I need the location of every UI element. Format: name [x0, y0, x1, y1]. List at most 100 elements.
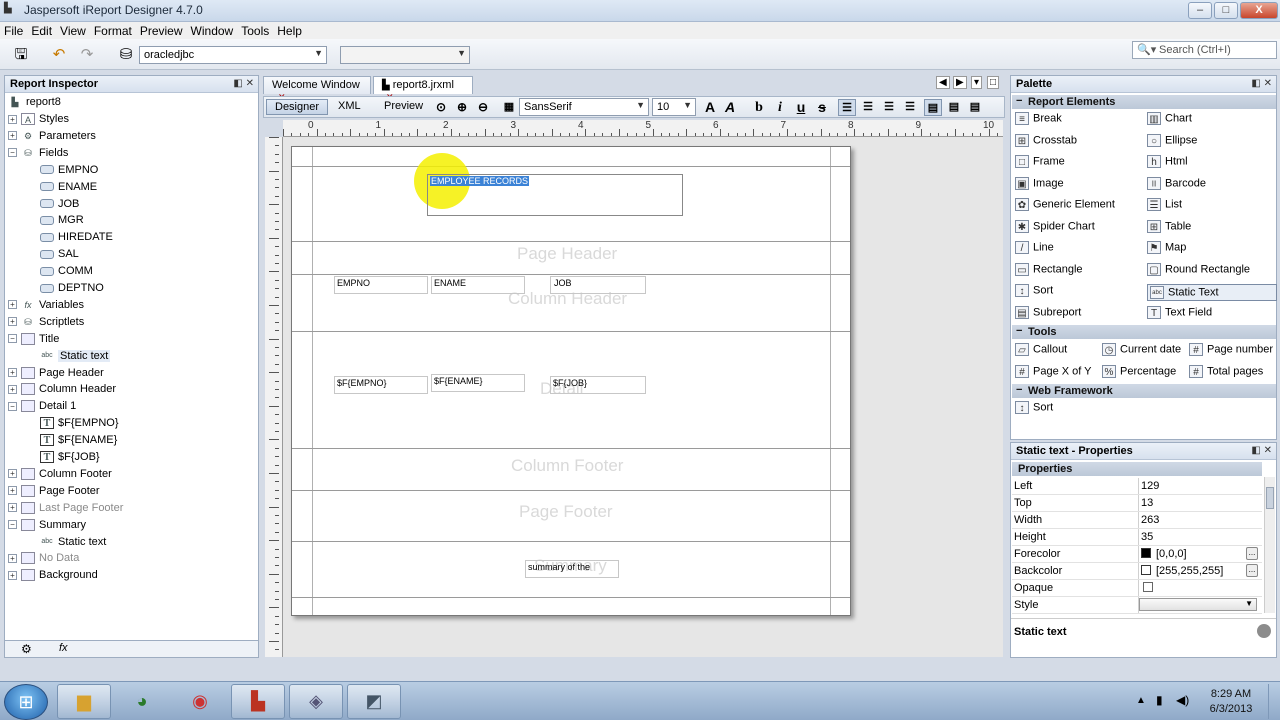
properties-scrollbar[interactable]: [1264, 477, 1275, 613]
collapse-icon[interactable]: −: [8, 334, 17, 344]
palette-item[interactable]: # Page X of Y: [1015, 364, 1092, 378]
collapse-icon[interactable]: −: [8, 401, 17, 411]
panel-controls-icon[interactable]: ◧ ✕: [1251, 445, 1272, 456]
decrease-font-icon[interactable]: A: [721, 99, 739, 116]
expand-icon[interactable]: +: [8, 384, 17, 394]
zoom-icon[interactable]: ⊙: [432, 99, 450, 116]
volume-icon[interactable]: ◀): [1176, 693, 1189, 707]
palette-item[interactable]: abc Static Text: [1147, 284, 1277, 301]
tree-item[interactable]: MGR: [26, 214, 84, 230]
column-header-empno[interactable]: EMPNO: [334, 276, 428, 294]
tree-item[interactable]: − Summary: [8, 519, 86, 535]
palette-item[interactable]: ⊞ Table: [1147, 219, 1191, 233]
tree-item[interactable]: − Title: [8, 333, 59, 349]
palette-item[interactable]: ◷ Current date: [1102, 343, 1181, 356]
align-justify-icon[interactable]: ☰: [901, 99, 919, 116]
increase-font-icon[interactable]: A: [701, 99, 719, 116]
valign-middle-icon[interactable]: ▤: [945, 99, 963, 116]
palette-item[interactable]: T Text Field: [1147, 305, 1212, 319]
tree-item[interactable]: + Last Page Footer: [8, 502, 123, 518]
expand-icon[interactable]: +: [8, 553, 17, 563]
align-left-icon[interactable]: ☰: [838, 99, 856, 116]
tree-item[interactable]: + Background: [8, 569, 98, 585]
menu-help[interactable]: Help: [273, 22, 306, 38]
panel-controls-icon[interactable]: ◧ ✕: [233, 78, 254, 89]
expand-icon[interactable]: +: [8, 486, 17, 496]
collapse-icon[interactable]: −: [8, 520, 17, 530]
expand-icon[interactable]: +: [8, 469, 17, 479]
summary-static-text[interactable]: summary of the: [525, 560, 619, 578]
menu-edit[interactable]: Edit: [27, 22, 56, 38]
tree-view-icon[interactable]: ⚙: [21, 642, 32, 656]
palette-item[interactable]: / Line: [1015, 241, 1054, 254]
italic-icon[interactable]: i: [771, 99, 789, 116]
collapse-icon[interactable]: −: [8, 148, 17, 158]
expand-icon[interactable]: +: [8, 131, 17, 141]
tree-item[interactable]: − Detail 1: [8, 400, 76, 416]
properties-section-header[interactable]: Properties: [1012, 462, 1262, 476]
strikethrough-icon[interactable]: s: [813, 99, 831, 116]
palette-item[interactable]: ▱ Callout: [1015, 343, 1067, 356]
tab-report8[interactable]: ▙ report8.jrxml ✕: [373, 76, 473, 102]
valign-bottom-icon[interactable]: ▤: [966, 99, 984, 116]
column-header-job[interactable]: JOB: [550, 276, 646, 294]
tree-item[interactable]: T $F{ENAME}: [26, 434, 117, 450]
align-center-icon[interactable]: ☰: [859, 99, 877, 116]
start-button[interactable]: ⊞: [4, 684, 48, 720]
column-header-ename[interactable]: ENAME: [431, 276, 525, 294]
expand-icon[interactable]: +: [8, 368, 17, 378]
property-value[interactable]: 263: [1138, 512, 1260, 528]
property-value[interactable]: ▼: [1138, 597, 1260, 613]
designer-mode-button[interactable]: Designer: [266, 99, 329, 115]
bold-icon[interactable]: b: [750, 99, 768, 116]
menu-preview[interactable]: Preview: [136, 22, 187, 38]
show-desktop-button[interactable]: [1268, 684, 1278, 719]
palette-item[interactable]: h Html: [1147, 155, 1188, 168]
design-canvas[interactable]: Page Header Column Header Detail Column …: [283, 137, 1003, 657]
app-task-icon[interactable]: ◩: [347, 684, 401, 719]
redo-icon[interactable]: ↷: [76, 44, 98, 66]
panel-controls-icon[interactable]: ◧ ✕: [1251, 78, 1272, 89]
datasource-select[interactable]: oracledjbc ▼: [139, 46, 327, 64]
property-value[interactable]: [255,255,255]...: [1138, 563, 1260, 579]
tree-item[interactable]: + Column Header: [8, 383, 116, 399]
property-value[interactable]: 13: [1138, 495, 1260, 511]
menu-file[interactable]: File: [0, 22, 27, 38]
font-name-select[interactable]: SansSerif ▼: [519, 98, 649, 116]
opaque-checkbox[interactable]: [1143, 582, 1153, 592]
tree-root[interactable]: ▙ report8: [8, 96, 61, 112]
palette-item[interactable]: ≡ Break: [1015, 112, 1062, 125]
valign-top-icon[interactable]: ▤: [924, 99, 942, 116]
palette-item[interactable]: ⚑ Map: [1147, 241, 1186, 254]
expression-icon[interactable]: fx: [59, 642, 68, 654]
palette-item[interactable]: ||| Barcode: [1147, 176, 1206, 190]
scroll-tabs-right-icon[interactable]: ▶: [953, 76, 967, 89]
tree-item[interactable]: + No Data: [8, 552, 79, 568]
font-size-select[interactable]: 10 ▼: [652, 98, 696, 116]
palette-item[interactable]: □ Frame: [1015, 155, 1065, 168]
virtualbox-task-icon[interactable]: ◈: [289, 684, 343, 719]
menu-view[interactable]: View: [56, 22, 90, 38]
collapse-icon[interactable]: −: [1016, 95, 1022, 107]
palette-section-tools[interactable]: − Tools: [1012, 325, 1276, 339]
undo-icon[interactable]: ↶: [48, 44, 70, 66]
expand-icon[interactable]: +: [8, 317, 17, 327]
property-value[interactable]: [1138, 580, 1260, 596]
tree-item[interactable]: DEPTNO: [26, 282, 104, 298]
palette-item[interactable]: ▥ Chart: [1147, 112, 1192, 125]
tree-item[interactable]: ENAME: [26, 181, 97, 197]
property-value[interactable]: [0,0,0]...: [1138, 546, 1260, 562]
palette-item[interactable]: % Percentage: [1102, 364, 1176, 378]
scroll-tabs-left-icon[interactable]: ◀: [936, 76, 950, 89]
xml-mode-button[interactable]: XML: [330, 99, 369, 115]
tree-item[interactable]: + ⛁ Scriptlets: [8, 316, 84, 332]
tree-item[interactable]: EMPNO: [26, 164, 98, 180]
save-all-icon[interactable]: 🖫: [10, 44, 32, 66]
close-button[interactable]: X: [1240, 2, 1278, 19]
tree-item[interactable]: + Page Header: [8, 367, 104, 383]
collapse-icon[interactable]: −: [1016, 384, 1022, 396]
palette-item[interactable]: ↕ Sort: [1015, 401, 1053, 414]
menu-tools[interactable]: Tools: [237, 22, 273, 38]
palette-section-web-framework[interactable]: − Web Framework: [1012, 384, 1276, 398]
datasource-icon[interactable]: ⛁: [115, 44, 137, 66]
